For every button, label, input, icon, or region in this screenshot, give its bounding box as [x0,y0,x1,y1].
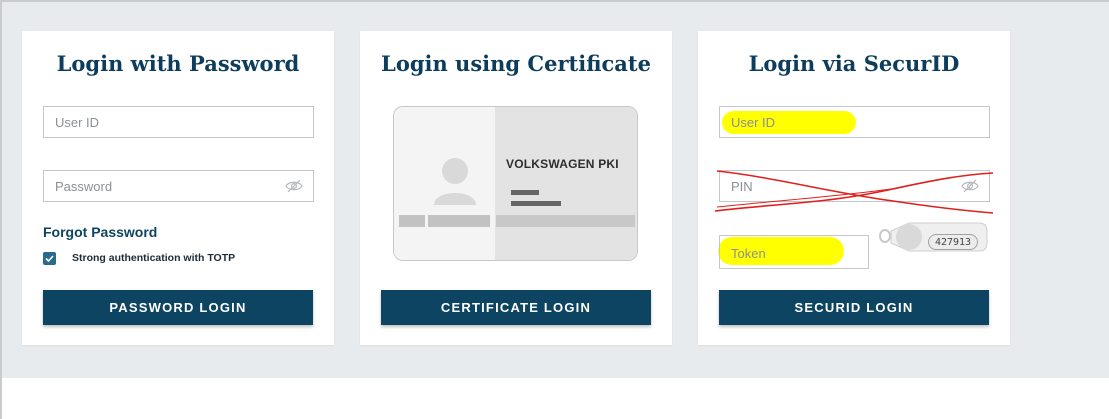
certificate-card-illustration: VOLKSWAGEN PKI [393,106,638,261]
user-id-placeholder: User ID [55,115,100,130]
securid-login-button[interactable]: SECURID LOGIN [719,290,989,325]
certificate-card-title: Login using Certificate [381,51,651,76]
person-avatar-icon [434,158,476,205]
user-id-field[interactable]: User ID [43,106,314,138]
pin-crossed-out-scribble [714,170,994,214]
securid-user-id-placeholder: User ID [731,115,776,130]
login-panel: Login with Password User ID Password For… [2,2,1109,378]
securid-card-title: Login via SecurID [748,51,960,76]
cert-bar-1 [399,215,425,227]
certificate-login-card: Login using Certificate VOLKSWAGEN PKI C… [360,31,672,345]
password-login-button[interactable]: PASSWORD LOGIN [43,290,313,325]
password-card-title: Login with Password [56,51,300,76]
cert-bar-3 [496,215,635,227]
cert-line-2 [511,201,561,206]
totp-checkbox[interactable] [43,252,56,265]
cert-bar-2 [428,215,490,227]
token-placeholder: Token [731,246,766,261]
certificate-login-button[interactable]: CERTIFICATE LOGIN [381,290,651,325]
checkmark-icon [45,255,54,263]
token-code-display: 427913 [928,234,978,250]
token-field[interactable]: Token [719,235,869,269]
password-field[interactable]: Password [43,170,314,202]
password-placeholder: Password [55,179,113,194]
forgot-password-link[interactable]: Forgot Password [43,224,157,240]
eye-slash-icon[interactable] [285,179,303,193]
totp-label: Strong authentication with TOTP [72,252,236,264]
certificate-brand-text: VOLKSWAGEN PKI [506,157,619,171]
cert-line-1 [511,190,539,195]
password-login-card: Login with Password User ID Password For… [22,31,334,345]
securid-user-id-field[interactable]: User ID [719,106,990,138]
securid-login-card: Login via SecurID User ID PIN Token 4279… [698,31,1010,345]
